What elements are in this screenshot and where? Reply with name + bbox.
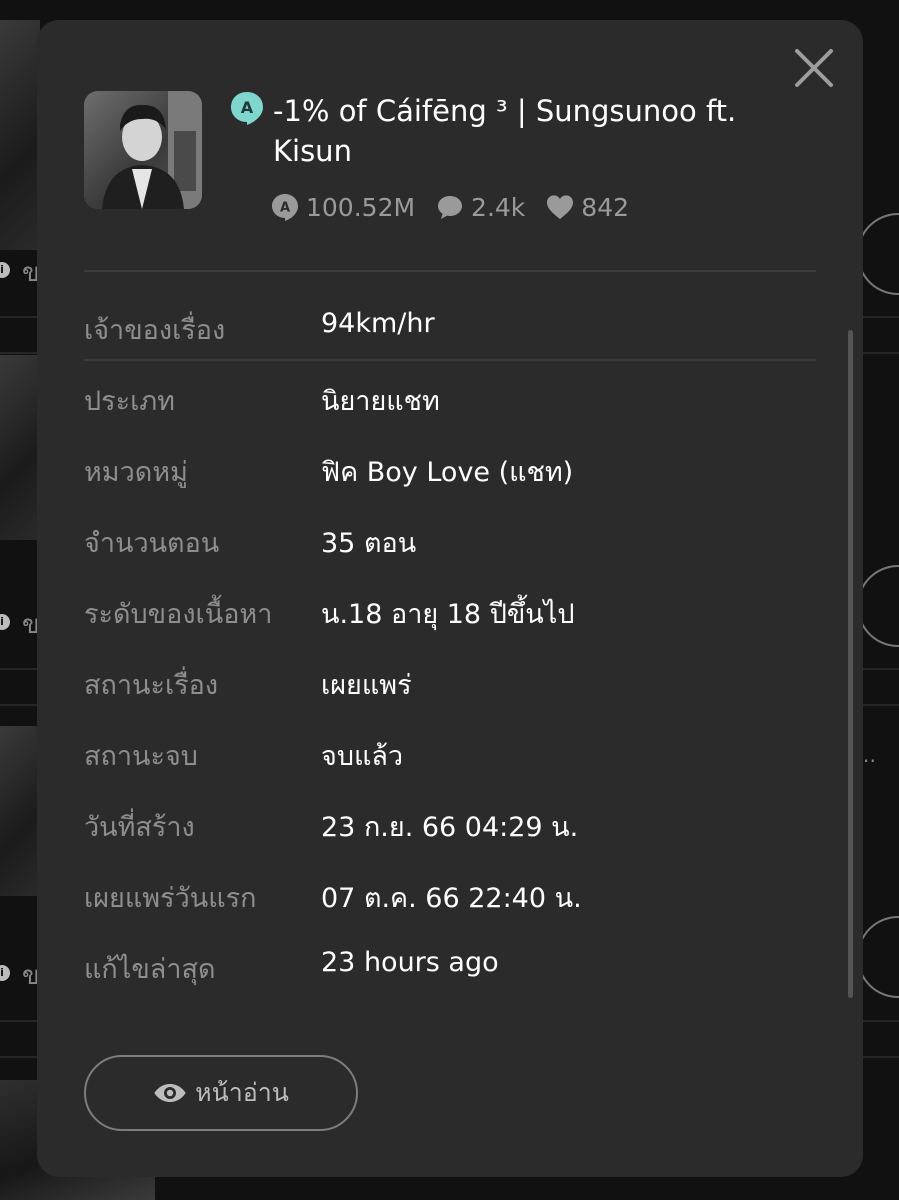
detail-label-owner: เจ้าของเรื่อง <box>84 315 226 346</box>
detail-value-rating: น.18 อายุ 18 ปีขึ้นไป <box>321 599 575 630</box>
story-title: -1% of Cáifēng ³ | Sungsunoo ft. Kisun <box>273 94 737 168</box>
detail-value-first-published: 07 ต.ค. 66 22:40 น. <box>321 883 582 914</box>
svg-text:A: A <box>241 98 254 117</box>
read-page-label: หน้าอ่าน <box>195 1078 289 1107</box>
info-icon: i <box>0 614 10 630</box>
detail-value-completion: จบแล้ว <box>321 741 404 772</box>
comment-icon <box>438 196 463 219</box>
detail-label-status: สถานะเรื่อง <box>84 670 219 701</box>
detail-label-last-edited: แก้ไขล่าสุด <box>84 954 216 985</box>
likes-count: 842 <box>581 192 630 222</box>
comments-count: 2.4k <box>471 192 526 222</box>
eye-icon <box>154 1084 186 1102</box>
bg-thumbnail <box>0 355 40 540</box>
close-icon <box>795 49 833 87</box>
detail-label-category: หมวดหมู่ <box>84 457 188 488</box>
story-info-modal: A -1% of Cáifēng ³ | Sungsunoo ft. Kisun… <box>37 20 863 1177</box>
chat-badge-icon: A <box>231 92 263 125</box>
detail-label-episodes: จำนวนตอน <box>84 528 220 559</box>
cover-photo <box>84 91 202 209</box>
detail-value-category: ฟิค Boy Love (แชท) <box>321 457 574 488</box>
heart-icon <box>547 195 574 219</box>
comments-stat: 2.4k <box>435 192 525 222</box>
detail-value-created: 23 ก.ย. 66 04:29 น. <box>321 812 579 843</box>
info-icon: i <box>0 262 10 278</box>
detail-label-type: ประเภท <box>84 386 175 417</box>
owner-divider <box>84 359 816 361</box>
bg-circle-button <box>857 916 899 998</box>
svg-text:A: A <box>280 201 290 216</box>
views-count: 100.52M <box>306 192 416 222</box>
story-stats: A 100.52M 2.4k 842 <box>270 190 649 224</box>
bg-circle-button <box>857 565 899 647</box>
detail-label-rating: ระดับของเนื้อหา <box>84 599 273 630</box>
detail-value-status: เผยแพร่ <box>321 670 412 701</box>
bg-thumbnail <box>0 726 40 896</box>
detail-value-type: นิยายแชท <box>321 386 440 417</box>
detail-label-first-published: เผยแพร่วันแรก <box>84 883 257 914</box>
detail-value-episodes: 35 ตอน <box>321 528 417 559</box>
read-page-button[interactable]: หน้าอ่าน <box>84 1055 358 1131</box>
header-divider <box>84 270 816 272</box>
story-cover-image[interactable] <box>84 91 202 209</box>
detail-value-owner[interactable]: 94km/hr <box>321 308 435 339</box>
modal-scrollbar[interactable] <box>848 330 853 998</box>
views-stat: A 100.52M <box>270 192 415 222</box>
views-icon: A <box>272 194 298 221</box>
info-icon: i <box>0 965 10 981</box>
detail-label-completion: สถานะจบ <box>84 741 198 772</box>
close-button[interactable] <box>793 47 835 89</box>
bg-thumbnail <box>0 20 40 250</box>
bg-circle-button <box>857 213 899 295</box>
detail-label-created: วันที่สร้าง <box>84 812 195 843</box>
detail-value-last-edited: 23 hours ago <box>321 947 499 978</box>
likes-stat: 842 <box>545 192 629 222</box>
